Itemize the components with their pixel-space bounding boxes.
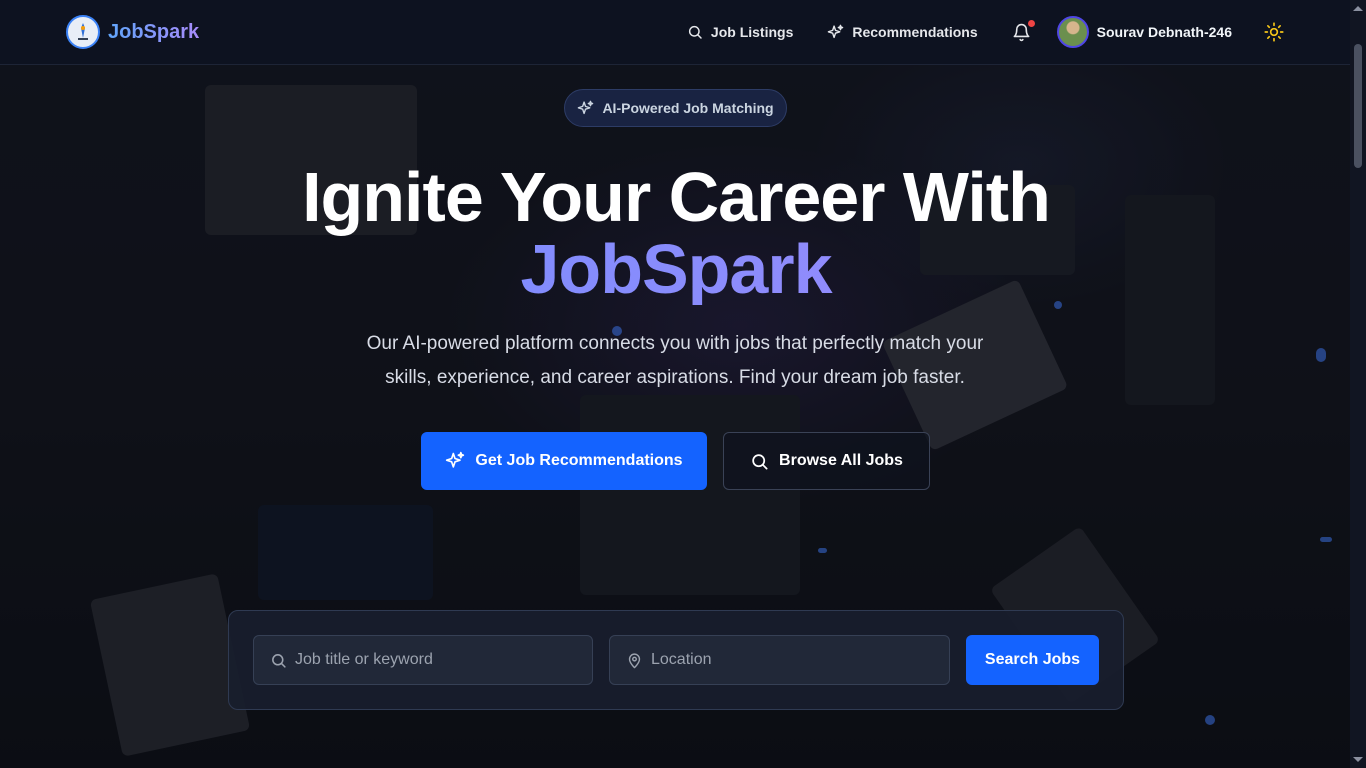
notification-badge: [1027, 19, 1035, 27]
hero-subtitle: Our AI-powered platform connects you wit…: [335, 327, 1015, 395]
brand[interactable]: JobSpark: [66, 15, 199, 49]
nav-link-label: Recommendations: [852, 24, 978, 40]
nav-link-label: Job Listings: [710, 24, 794, 40]
keyword-field[interactable]: [253, 635, 593, 685]
floating-dot: [1316, 348, 1326, 362]
nav-menu: Job Listings Recommendations Sourav Debn…: [687, 16, 1284, 48]
search-icon: [752, 453, 768, 469]
floating-dot: [1320, 537, 1332, 542]
top-navbar: JobSpark Job Listings Recommendations So…: [0, 0, 1350, 65]
page-scrollbar[interactable]: [1350, 0, 1366, 768]
ai-badge: AI-Powered Job Matching: [564, 89, 787, 127]
hero-title-brand: JobSpark: [0, 233, 1350, 305]
hero-title: Ignite Your Career With JobSpark: [0, 161, 1350, 305]
brand-logo-icon: [66, 15, 100, 49]
hero-subtitle-line-2: skills, experience, and career aspiratio…: [385, 367, 965, 388]
avatar: [1056, 16, 1089, 48]
sparkles-icon: [578, 100, 594, 114]
hero-title-line-1: Ignite Your Career With: [302, 158, 1051, 236]
browse-all-jobs-button[interactable]: Browse All Jobs: [723, 432, 930, 490]
sparkles-icon: [446, 451, 465, 468]
job-search-form: Search Jobs: [228, 610, 1124, 710]
search-jobs-button[interactable]: Search Jobs: [966, 635, 1099, 685]
sparkles-icon: [828, 24, 844, 38]
map-pin-icon: [628, 652, 641, 668]
floating-dot: [818, 548, 827, 553]
button-label: Browse All Jobs: [779, 452, 903, 469]
nav-link-recommendations[interactable]: Recommendations: [827, 24, 978, 41]
floating-dot: [1205, 715, 1215, 725]
search-icon: [272, 653, 286, 668]
sun-icon: [1264, 22, 1284, 42]
hero-section: AI-Powered Job Matching Ignite Your Care…: [0, 65, 1350, 768]
badge-label: AI-Powered Job Matching: [602, 100, 774, 116]
location-field[interactable]: [609, 635, 950, 685]
nav-link-job-listings[interactable]: Job Listings: [687, 24, 793, 40]
scroll-down-arrow-icon[interactable]: [1353, 757, 1363, 762]
button-label: Search Jobs: [984, 651, 1081, 668]
keyword-input[interactable]: [295, 651, 575, 669]
brand-name: JobSpark: [108, 20, 200, 43]
theme-toggle-button[interactable]: [1264, 22, 1284, 42]
get-job-recommendations-button[interactable]: Get Job Recommendations: [421, 432, 707, 490]
hero-subtitle-line-1: Our AI-powered platform connects you wit…: [366, 333, 984, 354]
scrollbar-thumb[interactable]: [1354, 44, 1362, 168]
notifications-button[interactable]: [1012, 19, 1035, 42]
user-menu[interactable]: Sourav Debnath-246: [1056, 16, 1232, 48]
scroll-up-arrow-icon[interactable]: [1353, 6, 1363, 11]
button-label: Get Job Recommendations: [475, 452, 683, 469]
user-name: Sourav Debnath-246: [1096, 24, 1232, 40]
search-icon: [688, 25, 702, 39]
location-input[interactable]: [651, 651, 931, 669]
